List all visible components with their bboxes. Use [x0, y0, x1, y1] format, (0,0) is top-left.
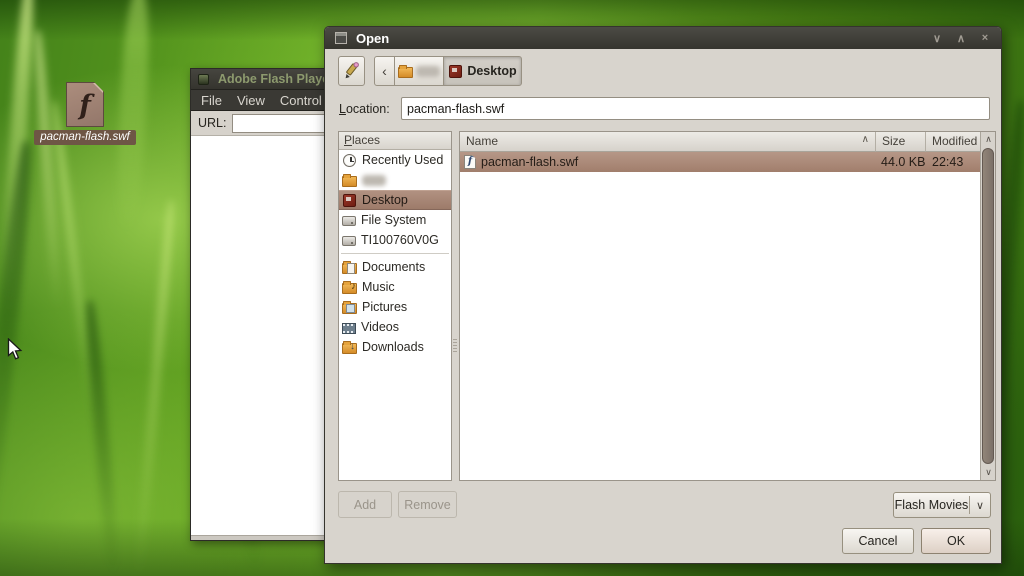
place-recently-used[interactable]: Recently Used — [339, 150, 451, 170]
add-button[interactable]: Add — [338, 491, 392, 518]
place-pictures[interactable]: Pictures — [339, 297, 451, 317]
grass-blade — [82, 299, 122, 576]
flash-window-title: Adobe Flash Player — [218, 72, 335, 86]
places-header: Places — [339, 132, 451, 150]
file-size: 44.0 KB — [881, 155, 926, 169]
flash-file-icon: f — [66, 82, 104, 127]
file-list-header: Name ∧ Size Modified — [460, 132, 995, 152]
location-label: Location: — [339, 102, 390, 116]
dialog-title: Open — [356, 30, 390, 46]
file-type-value: Flash Movies — [894, 498, 969, 512]
url-label: URL: — [198, 116, 227, 130]
column-header-name[interactable]: Name ∧ — [460, 132, 876, 152]
chevron-down-icon: ∨ — [975, 499, 985, 512]
dialog-titlebar[interactable]: Open ∨ ∧ × — [325, 27, 1001, 49]
place-label: Videos — [361, 320, 399, 334]
clock-icon — [343, 153, 356, 167]
places-separator — [339, 250, 451, 257]
place-documents[interactable]: Documents — [339, 257, 451, 277]
place-label: File System — [361, 213, 427, 227]
pictures-folder-icon — [342, 300, 357, 314]
place-label: Pictures — [362, 300, 408, 314]
flash-f-glyph: f — [79, 90, 91, 121]
open-dialog: Open ∨ ∧ × ‹ Desktop Location: pacman-fl… — [324, 26, 1002, 564]
home-folder-icon — [398, 64, 413, 78]
mouse-cursor — [7, 338, 23, 360]
redacted-username — [362, 174, 386, 186]
menu-view[interactable]: View — [232, 91, 270, 110]
breadcrumb-home-button[interactable] — [394, 56, 444, 86]
drive-icon — [342, 236, 356, 247]
scrollbar-thumb[interactable] — [982, 148, 994, 464]
place-home[interactable] — [339, 170, 451, 190]
desktop-icon-pacman-flash[interactable]: f pacman-flash.swf — [30, 82, 140, 145]
close-icon[interactable]: × — [975, 30, 995, 46]
location-input[interactable] — [401, 97, 990, 120]
place-volume[interactable]: TI100760V0G — [339, 230, 451, 250]
type-location-button[interactable] — [338, 56, 365, 86]
place-label: Music — [362, 280, 395, 294]
back-chevron-icon: ‹ — [382, 63, 387, 79]
file-row-pacman-flash[interactable]: f pacman-flash.swf 44.0 KB 22:43 — [460, 152, 995, 172]
place-desktop[interactable]: Desktop — [339, 190, 451, 210]
place-label: Desktop — [362, 193, 408, 207]
desktop-icon-label: pacman-flash.swf — [34, 130, 136, 145]
breadcrumb-desktop-label: Desktop — [467, 64, 517, 78]
remove-button[interactable]: Remove — [398, 491, 457, 518]
place-label: TI100760V0G — [361, 233, 439, 247]
column-modified-label: Modified — [932, 134, 978, 148]
downloads-folder-icon — [342, 340, 357, 354]
sort-ascending-icon: ∧ — [861, 134, 869, 145]
column-name-label: Name — [466, 134, 499, 148]
flash-file-icon: f — [464, 155, 476, 169]
home-folder-icon — [342, 173, 357, 187]
flash-app-icon — [198, 73, 209, 85]
menu-file[interactable]: File — [196, 91, 227, 110]
page-fold — [93, 83, 103, 93]
redacted-username — [416, 65, 440, 77]
back-button[interactable]: ‹ — [374, 56, 395, 86]
documents-folder-icon — [342, 260, 357, 274]
place-label: Documents — [362, 260, 426, 274]
drive-icon — [342, 216, 356, 227]
place-file-system[interactable]: File System — [339, 210, 451, 230]
file-type-dropdown[interactable]: Flash Movies ∨ — [893, 492, 991, 518]
place-downloads[interactable]: Downloads — [339, 337, 451, 357]
column-size-label: Size — [882, 134, 906, 148]
places-panel: Places Recently Used Desktop File System… — [338, 131, 452, 481]
desktop-folder-icon — [343, 193, 356, 207]
vertical-scrollbar[interactable]: ∧ ∨ — [980, 132, 995, 480]
desktop-folder-icon — [449, 64, 463, 78]
breadcrumb-desktop-button[interactable]: Desktop — [443, 56, 522, 86]
cancel-button[interactable]: Cancel — [842, 528, 914, 554]
grass-blade — [133, 200, 177, 576]
place-label: Recently Used — [362, 153, 444, 167]
desktop-wallpaper: f pacman-flash.swf Adobe Flash Player Fi… — [0, 0, 1024, 576]
minimize-icon[interactable]: ∨ — [927, 30, 947, 46]
menu-control[interactable]: Control — [275, 91, 327, 110]
music-folder-icon — [342, 280, 357, 294]
scroll-up-icon[interactable]: ∧ — [981, 132, 996, 147]
place-music[interactable]: Music — [339, 277, 451, 297]
videos-icon — [342, 322, 356, 334]
column-header-size[interactable]: Size — [876, 132, 926, 152]
scroll-down-icon[interactable]: ∨ — [981, 465, 996, 480]
pencil-icon — [345, 62, 359, 79]
file-name: pacman-flash.swf — [481, 155, 579, 169]
place-videos[interactable]: Videos — [339, 317, 451, 337]
place-label: Downloads — [362, 340, 424, 354]
ok-button[interactable]: OK — [921, 528, 991, 554]
file-list: Name ∧ Size Modified f pacman-flash.swf … — [459, 131, 996, 481]
pane-resize-handle[interactable] — [453, 339, 457, 353]
maximize-icon[interactable]: ∧ — [951, 30, 971, 46]
dialog-window-icon — [335, 32, 347, 44]
